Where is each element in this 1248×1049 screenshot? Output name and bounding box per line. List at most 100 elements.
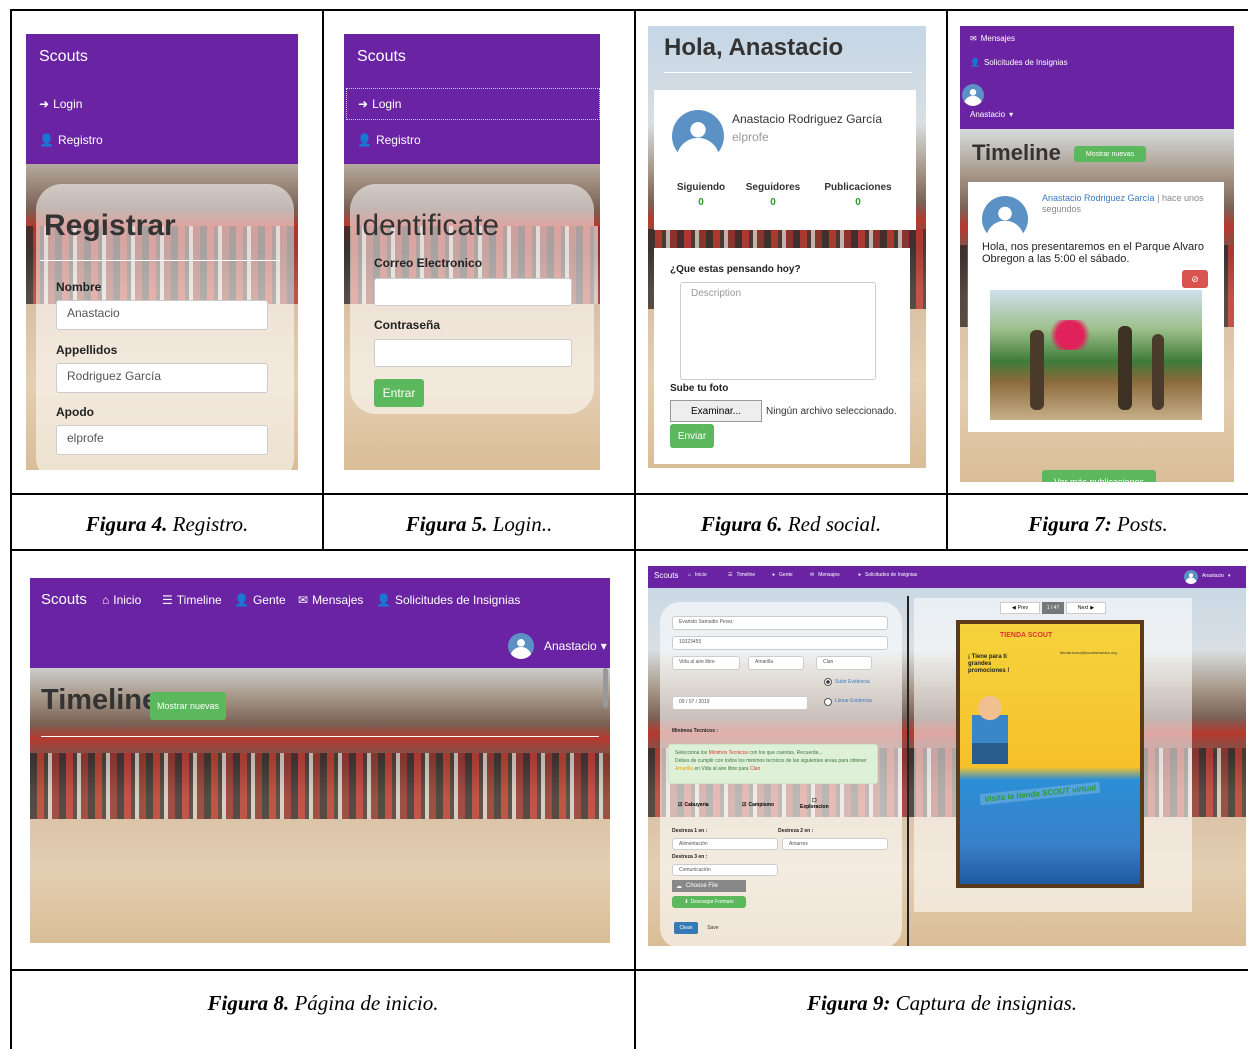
destreza2-select[interactable]: Amarres [782, 838, 888, 850]
user-icon: ● [772, 572, 776, 578]
entrar-button[interactable]: Entrar [374, 379, 424, 407]
poster-mascot [972, 694, 1008, 764]
caret-down-icon: ▾ [1227, 573, 1231, 579]
home-icon: ⌂ [102, 593, 110, 607]
user-icon: 👤 [970, 57, 980, 67]
chk-cabuyeria[interactable]: ☑ Cabuyeria [678, 802, 709, 808]
user-icon: 👤 [376, 593, 391, 607]
nav-registro[interactable]: 👤 Registro [39, 133, 103, 147]
timeline-title: Timeline [972, 140, 1061, 165]
mostrar-nuevas-button[interactable]: Mostrar nuevas [1074, 146, 1146, 162]
minimos-alert: Selecciona los Minimos Tecnicos con los … [668, 744, 878, 784]
brand-link[interactable]: Scouts [41, 591, 87, 608]
enviar-button[interactable]: Enviar [670, 424, 714, 448]
caption-fig8: Figura 8. Página de inicio. [207, 991, 439, 1015]
list-icon: ☰ [728, 572, 733, 578]
home-icon: ⌂ [688, 572, 692, 578]
chk-exploracion[interactable]: ☐ Exploracion [800, 798, 829, 810]
correo-label: Correo Electronico [374, 256, 483, 270]
nav-inicio[interactable]: ⌂ Inicio [102, 593, 141, 607]
delete-post-button[interactable]: ⊘ [1182, 270, 1208, 288]
brand-link[interactable]: Scouts [39, 48, 88, 66]
nav-mensajes[interactable]: ✉ Mensajes [298, 593, 363, 607]
envelope-icon: ✉ [810, 572, 815, 578]
nombre-field[interactable]: Evaristo Samudio Perez [672, 616, 888, 630]
apellidos-field[interactable]: Rodriguez García [56, 363, 268, 393]
user-dropdown[interactable]: Anastacio ▾ [544, 639, 607, 653]
download-icon: ⬇ [684, 899, 689, 905]
separator-line [907, 596, 909, 946]
descargar-formato-button[interactable]: ⬇ Descargar Formato [672, 896, 746, 908]
nav-registro[interactable]: 👤 Registro [357, 133, 421, 147]
ver-mas-button[interactable]: Ver más publicaciones [1042, 470, 1156, 482]
stat-publicaciones: Publicaciones 0 [824, 182, 892, 208]
save-button[interactable]: Save [702, 922, 724, 934]
caret-down-icon: ▾ [1009, 110, 1014, 119]
next-button[interactable]: Next ▶ [1066, 602, 1106, 614]
destreza1-select[interactable]: Alimentación [672, 838, 778, 850]
fig6-screenshot: Hola, Anastacio Anastacio Rodriguez Garc… [648, 26, 926, 468]
correo-field[interactable] [374, 278, 572, 306]
radio-icon [824, 698, 832, 706]
brand-link[interactable]: Scouts [357, 48, 406, 66]
minimos-label: Minimos Tecnicos : [672, 728, 719, 734]
fig4-screenshot: Scouts ➜ Login 👤 Registro Registrar Nombre… [26, 34, 298, 470]
nav-gente[interactable]: 👤 Gente [234, 593, 286, 607]
nav-inicio[interactable]: ⌂ Inicio [688, 572, 707, 578]
no-file-text: Ningún archivo seleccionado. [766, 406, 897, 417]
nombre-field[interactable]: Anastacio [56, 300, 268, 330]
nav-login[interactable]: ➜ Login [346, 88, 600, 120]
nav-avatar[interactable] [962, 84, 984, 106]
checkbox-checked-icon: ☑ [742, 802, 747, 808]
caption-fig7: Figura 7: Posts. [1028, 512, 1168, 536]
user-icon: 👤 [39, 133, 54, 147]
destreza3-select[interactable]: Comunicación [672, 864, 778, 876]
brand-link[interactable]: Scouts [654, 571, 678, 580]
timeline-title: Timeline [41, 684, 159, 716]
envelope-icon: ✉ [298, 593, 309, 607]
radio-subir[interactable]: Subir Evidencia [824, 678, 870, 686]
nav-solicitudes[interactable]: 👤 Solicitudes de Insignias [376, 593, 520, 607]
nav-timeline[interactable]: ☰ Timeline [162, 593, 222, 607]
area-select[interactable]: Vida al aire libre [672, 656, 740, 670]
page-indicator: 1 / 47 [1042, 602, 1064, 614]
nav-solicitudes[interactable]: 👤 Solicitudes de Insignias [970, 58, 1068, 67]
nav-avatar[interactable] [1184, 570, 1198, 584]
nav-solicitudes[interactable]: ● Solicitudes de Insignias [858, 572, 917, 578]
eye-slash-icon: ⊘ [1191, 273, 1199, 284]
prev-button[interactable]: ◀ Prev [1000, 602, 1040, 614]
browse-button[interactable]: Examinar... [670, 400, 762, 422]
nav-mensajes[interactable]: ✉ Mensajes [810, 572, 840, 578]
nav-mensajes[interactable]: ✉ Mensajes [970, 34, 1015, 43]
envelope-icon: ✉ [970, 33, 977, 43]
description-textarea[interactable]: Description [680, 282, 876, 380]
radio-checked-icon [824, 678, 832, 686]
user-dropdown[interactable]: Anastacio ▾ [1202, 573, 1230, 579]
divider [664, 72, 912, 73]
photo-label: Sube tu foto [670, 383, 729, 394]
user-dropdown[interactable]: Anastacio ▾ [970, 110, 1013, 119]
caption-fig5: Figura 5. Login.. [405, 512, 553, 536]
scrollbar[interactable] [603, 668, 608, 708]
caption-fig9: Figura 9: Captura de insignias. [806, 991, 1078, 1015]
apodo-field[interactable]: elprofe [56, 425, 268, 455]
seccion-select[interactable]: Clan [816, 656, 872, 670]
nav-gente[interactable]: ● Gente [772, 572, 793, 578]
nav-avatar[interactable] [508, 633, 534, 659]
id-field[interactable]: 10323455 [672, 636, 888, 650]
radio-llenar[interactable]: Llenar Evidencia [824, 698, 884, 706]
nivel-select[interactable]: Amarilla [748, 656, 804, 670]
chk-campismo[interactable]: ☑ Campismo [742, 802, 774, 808]
post-author[interactable]: Anastacio Rodriguez García [1042, 193, 1155, 203]
password-field[interactable] [374, 339, 572, 367]
caption-fig6: Figura 6. Red social. [700, 512, 882, 536]
list-icon: ☰ [162, 593, 173, 607]
choose-file-button[interactable]: ☁ Choose File [672, 880, 746, 892]
password-label: Contraseña [374, 318, 441, 332]
nav-login[interactable]: ➜ Login [39, 97, 82, 111]
mostrar-nuevas-button[interactable]: Mostrar nuevas [150, 692, 226, 720]
clean-button[interactable]: Clean [674, 922, 698, 934]
date-field[interactable]: 09 / 07 / 2019 [672, 696, 808, 710]
caption-fig4: Figura 4. Registro. [85, 512, 249, 536]
nav-timeline[interactable]: ☰ Timeline [728, 572, 755, 578]
